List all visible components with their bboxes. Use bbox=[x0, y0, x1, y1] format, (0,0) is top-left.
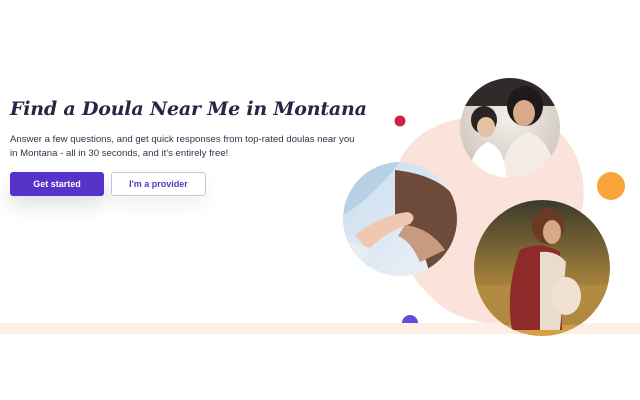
mother-child-photo bbox=[460, 78, 560, 178]
red-dot bbox=[394, 115, 406, 127]
baby-hand-photo bbox=[343, 162, 457, 276]
pregnant-woman-photo bbox=[474, 200, 610, 336]
hero-illustration bbox=[343, 78, 625, 336]
orange-dot bbox=[597, 172, 625, 200]
purple-half-dot bbox=[402, 315, 418, 323]
